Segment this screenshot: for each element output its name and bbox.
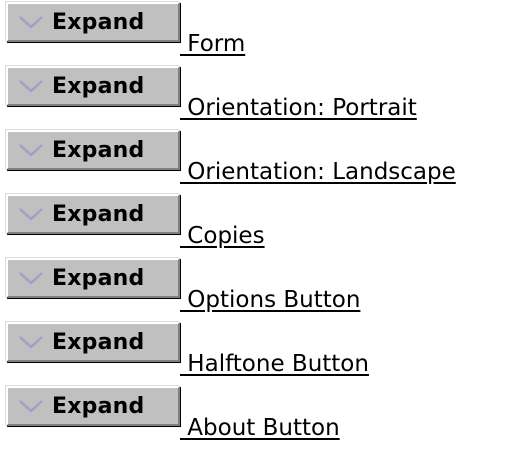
chevron-down-icon xyxy=(19,144,43,157)
chevron-down-icon xyxy=(19,16,43,29)
topic-row-orientation-landscape: Expand Orientation: Landscape xyxy=(6,130,506,190)
expand-button[interactable]: Expand xyxy=(6,322,180,362)
topic-row-form: Expand Form xyxy=(6,2,506,62)
expand-button-label: Expand xyxy=(52,73,145,99)
expand-button[interactable]: Expand xyxy=(6,258,180,298)
expand-button[interactable]: Expand xyxy=(6,130,180,170)
topic-link-about-button[interactable]: About Button xyxy=(180,415,339,443)
topic-link-copies[interactable]: Copies xyxy=(180,223,264,251)
topic-row-about-button: Expand About Button xyxy=(6,386,506,446)
topic-link-orientation-portrait[interactable]: Orientation: Portrait xyxy=(180,95,416,123)
expand-button[interactable]: Expand xyxy=(6,2,180,42)
topic-link-orientation-landscape[interactable]: Orientation: Landscape xyxy=(180,159,455,187)
expand-button[interactable]: Expand xyxy=(6,386,180,426)
topic-link-form[interactable]: Form xyxy=(180,31,245,59)
expand-button-label: Expand xyxy=(52,393,145,419)
expand-button-label: Expand xyxy=(52,201,145,227)
expand-button[interactable]: Expand xyxy=(6,66,180,106)
topic-row-options-button: Expand Options Button xyxy=(6,258,506,318)
chevron-down-icon xyxy=(19,208,43,221)
topic-row-halftone-button: Expand Halftone Button xyxy=(6,322,506,382)
topic-row-copies: Expand Copies xyxy=(6,194,506,254)
expand-button[interactable]: Expand xyxy=(6,194,180,234)
expand-button-label: Expand xyxy=(52,329,145,355)
topic-link-options-button[interactable]: Options Button xyxy=(180,287,360,315)
chevron-down-icon xyxy=(19,80,43,93)
chevron-down-icon xyxy=(19,400,43,413)
topic-link-halftone-button[interactable]: Halftone Button xyxy=(180,351,369,379)
expand-button-label: Expand xyxy=(52,265,145,291)
chevron-down-icon xyxy=(19,336,43,349)
expand-button-label: Expand xyxy=(52,137,145,163)
topic-row-orientation-portrait: Expand Orientation: Portrait xyxy=(6,66,506,126)
chevron-down-icon xyxy=(19,272,43,285)
expand-button-label: Expand xyxy=(52,9,145,35)
